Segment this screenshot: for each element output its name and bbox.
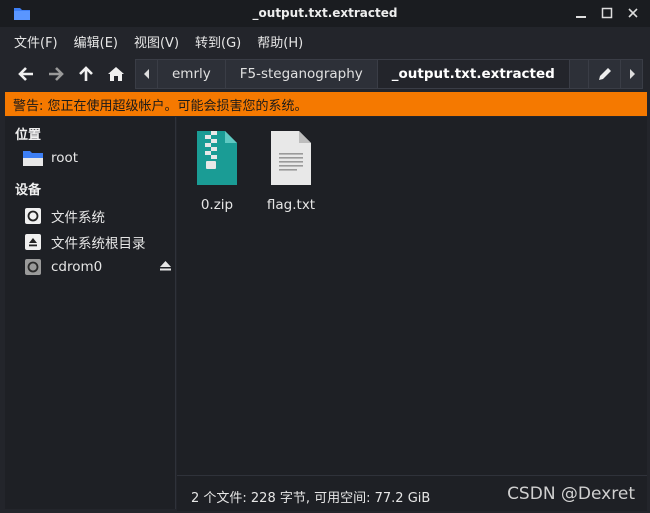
close-button[interactable] xyxy=(624,4,642,22)
location-spacer xyxy=(570,60,588,88)
sidebar-item-label: cdrom0 xyxy=(51,259,103,275)
sidebar-item-label: 文件系统根目录 xyxy=(51,236,146,252)
file-item[interactable]: 0.zip xyxy=(177,131,257,213)
menu-bar: 文件(F) 编辑(E) 视图(V) 转到(G) 帮助(H) xyxy=(0,27,650,56)
arrow-left-icon xyxy=(18,67,33,81)
location-bar: emrly F5-steganography _output.txt.extra… xyxy=(135,59,643,89)
file-name: flag.txt xyxy=(266,197,316,213)
text-file-icon xyxy=(271,131,311,185)
folder-icon xyxy=(23,149,43,167)
eject-icon xyxy=(160,261,171,271)
crumb-output-extracted[interactable]: _output.txt.extracted xyxy=(377,60,570,88)
sidebar-item-root[interactable]: root xyxy=(23,149,78,167)
file-item[interactable]: flag.txt xyxy=(251,131,331,213)
menu-help[interactable]: 帮助(H) xyxy=(257,32,303,51)
menu-file[interactable]: 文件(F) xyxy=(14,32,58,51)
home-button[interactable] xyxy=(101,59,131,89)
devices-heading: 设备 xyxy=(15,183,42,198)
eject-drive-icon xyxy=(23,233,43,251)
chevron-right-icon xyxy=(629,69,635,79)
file-view[interactable]: 0.zip flag.txt xyxy=(177,117,647,475)
minimize-icon xyxy=(576,16,586,18)
file-manager-window: _output.txt.extracted 文件(F) 编辑(E) 视图(V) … xyxy=(0,0,650,513)
file-name: 0.zip xyxy=(200,197,234,213)
sidebar-item-cdrom0[interactable]: cdrom0 xyxy=(23,258,102,276)
sidebar-item-label: root xyxy=(51,150,79,166)
maximize-button[interactable] xyxy=(598,4,616,22)
sidebar-item-label: 文件系统 xyxy=(51,210,105,226)
menu-edit[interactable]: 编辑(E) xyxy=(74,32,118,51)
sidebar: 位置 root 设备 文件系统 文件系统根目录 cdrom0 xyxy=(5,117,176,509)
path-scroll-right-button[interactable] xyxy=(620,60,642,88)
sidebar-item-filesystem[interactable]: 文件系统 xyxy=(23,206,105,226)
menu-view[interactable]: 视图(V) xyxy=(134,32,179,51)
root-warning-bar: 警告: 您正在使用超级帐户。可能会损害您的系统。 xyxy=(5,92,647,116)
maximize-icon xyxy=(601,7,613,19)
title-bar[interactable]: _output.txt.extracted xyxy=(0,0,650,27)
arrow-up-icon xyxy=(79,66,93,81)
chevron-left-icon xyxy=(143,69,149,79)
crumb-f5-steganography[interactable]: F5-steganography xyxy=(226,60,378,88)
menu-go[interactable]: 转到(G) xyxy=(195,32,241,51)
close-icon xyxy=(628,8,638,18)
window-title: _output.txt.extracted xyxy=(252,6,398,20)
toolbar: emrly F5-steganography _output.txt.extra… xyxy=(0,56,650,92)
eject-cdrom-button[interactable] xyxy=(160,261,171,274)
cdrom-icon xyxy=(23,258,43,276)
places-heading: 位置 xyxy=(15,128,42,143)
minimize-button[interactable] xyxy=(572,4,590,22)
forward-button[interactable] xyxy=(41,59,71,89)
up-button[interactable] xyxy=(71,59,101,89)
sidebar-item-filesystem-root[interactable]: 文件系统根目录 xyxy=(23,232,146,252)
path-scroll-left-button[interactable] xyxy=(136,60,158,88)
crumb-emrly[interactable]: emrly xyxy=(158,60,226,88)
arrow-right-icon xyxy=(49,67,64,81)
status-text: 2 个文件: 228 字节, 可用空间: 77.2 GiB xyxy=(191,491,431,506)
pencil-icon xyxy=(598,68,611,80)
home-icon xyxy=(108,67,124,81)
drive-icon xyxy=(23,207,43,225)
back-button[interactable] xyxy=(11,59,41,89)
status-bar: 2 个文件: 228 字节, 可用空间: 77.2 GiB CSDN @Dexr… xyxy=(177,475,647,511)
zip-archive-icon xyxy=(197,131,237,185)
watermark-text: CSDN @Dexret xyxy=(507,484,635,504)
edit-location-button[interactable] xyxy=(588,60,620,88)
